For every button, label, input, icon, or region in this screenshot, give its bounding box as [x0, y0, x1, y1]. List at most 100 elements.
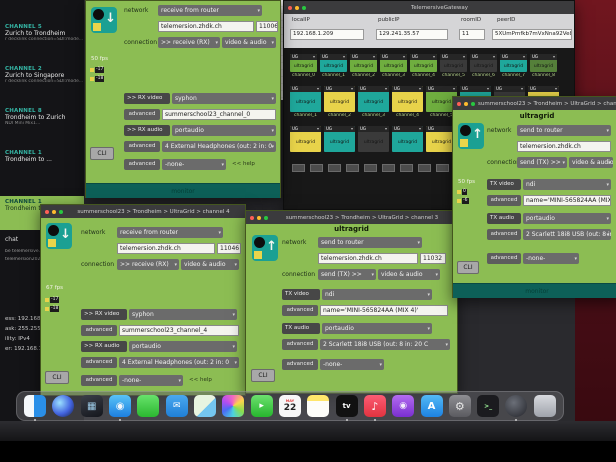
ultragrid-module-tile[interactable]: UGultragrid — [392, 126, 423, 152]
connection-mode-dropdown[interactable]: send (TX) >> — [517, 157, 567, 168]
gateway-channel-module[interactable]: UGultragridchannel_2 — [324, 86, 355, 119]
zoom-button[interactable] — [59, 210, 63, 214]
media-mode-dropdown[interactable]: video & audio — [569, 157, 613, 168]
ultragrid-module-tile[interactable]: UGultragrid — [410, 54, 437, 72]
audio-device-dropdown[interactable]: 2 Scarlett 18i8 USB (out: 8 in: 2 — [523, 229, 611, 240]
extra-option-dropdown[interactable]: -none- — [523, 253, 579, 264]
dock-icon-calendar[interactable]: MAY22 — [279, 395, 301, 417]
gateway-channel-module[interactable]: UGultragridchannel_0 — [290, 54, 317, 79]
advanced-button[interactable]: advanced — [487, 253, 521, 264]
dock-icon-messages[interactable] — [137, 395, 159, 417]
device-name-field[interactable]: name='MINI-565824AA (MIX 1)' — [523, 195, 611, 206]
media-mode-dropdown[interactable]: video & audio — [378, 269, 440, 280]
server-host-field[interactable]: telemersion.zhdk.ch — [117, 243, 215, 254]
ultragrid-module-tile[interactable]: UGultragrid — [320, 54, 347, 72]
advanced-button[interactable]: advanced — [282, 339, 318, 350]
window-titlebar[interactable]: summerschool23 > Trondheim > UltraGrid >… — [246, 211, 457, 224]
ultragrid-module-tile[interactable]: UGultragrid — [290, 126, 321, 152]
ultragrid-module-tile[interactable]: UGultragrid — [350, 54, 377, 72]
ultragrid-module-tile[interactable]: UGultragrid — [290, 86, 321, 112]
dock-icon-photos[interactable] — [222, 395, 244, 417]
ultragrid-module-tile[interactable]: UGultragrid — [358, 86, 389, 112]
advanced-button[interactable]: advanced — [124, 159, 160, 170]
roomid-field[interactable]: 11 — [459, 29, 485, 40]
dock-icon-facetime[interactable] — [251, 395, 273, 417]
minimize-button[interactable] — [52, 210, 56, 214]
advanced-button[interactable]: advanced — [81, 375, 117, 386]
cli-button[interactable]: CLI — [45, 371, 69, 384]
gateway-channel-module[interactable]: UGultragridchannel_2 — [350, 54, 377, 79]
channel-list-item[interactable]: CHANNEL 5Zurich to Trondheimr decklink c… — [5, 24, 83, 42]
dock-icon-terminal[interactable] — [477, 395, 499, 417]
connection-mode-dropdown[interactable]: send (TX) >> — [318, 269, 376, 280]
gateway-channel-module[interactable]: UGultragridchannel_7 — [500, 54, 527, 79]
window-titlebar[interactable]: summerschool23 > Trondheim > UltraGrid >… — [41, 205, 245, 218]
dock-icon-trash[interactable] — [534, 395, 556, 417]
dock-icon-finder[interactable] — [24, 395, 46, 417]
advanced-button[interactable]: advanced — [487, 195, 521, 206]
extra-option-dropdown[interactable]: -none- — [162, 159, 226, 170]
extra-option-dropdown[interactable]: -none- — [320, 359, 384, 370]
port-field[interactable]: 11046 — [217, 243, 241, 254]
server-host-field[interactable]: telemersion.zhdk.ch — [158, 21, 254, 32]
zoom-button[interactable] — [471, 102, 475, 106]
advanced-button[interactable]: advanced — [124, 141, 160, 152]
video-protocol-dropdown[interactable]: ndi — [523, 179, 611, 190]
advanced-button[interactable]: advanced — [282, 305, 318, 316]
advanced-button[interactable]: advanced — [81, 325, 117, 336]
dock-icon-launchpad[interactable] — [81, 395, 103, 417]
video-channel-field[interactable]: summerschool23_channel_0 — [162, 109, 276, 120]
minimize-button[interactable] — [257, 216, 261, 220]
network-mode-dropdown[interactable]: receive from router — [117, 227, 223, 238]
video-protocol-dropdown[interactable]: ndi — [322, 289, 432, 300]
dock-icon-siri[interactable] — [52, 395, 74, 417]
close-button[interactable] — [45, 210, 49, 214]
port-field[interactable]: 11006 — [256, 21, 278, 32]
dock-icon-max[interactable] — [505, 395, 527, 417]
window-titlebar[interactable]: summerschool23 > Trondheim > UltraGrid >… — [453, 97, 616, 110]
dock-icon-settings[interactable] — [449, 395, 471, 417]
window-titlebar[interactable]: TelemersiveGateway — [284, 1, 574, 14]
gateway-channel-module[interactable]: UGultragrid — [290, 126, 321, 159]
gateway-channel-module[interactable]: UGultragridchannel_6 — [470, 54, 497, 79]
close-button[interactable] — [250, 216, 254, 220]
device-name-field[interactable]: name='MINI-565824AA (MIX 4)' — [320, 305, 448, 316]
ultragrid-module-tile[interactable]: UGultragrid — [530, 54, 557, 72]
help-link[interactable]: << help — [189, 377, 212, 383]
gateway-channel-module[interactable]: UGultragridchannel_3 — [358, 86, 389, 119]
zoom-button[interactable] — [302, 6, 306, 10]
minimize-button[interactable] — [295, 6, 299, 10]
gateway-channel-module[interactable]: UGultragrid — [324, 126, 355, 159]
advanced-button[interactable]: advanced — [81, 357, 117, 368]
video-protocol-dropdown[interactable]: syphon — [172, 93, 276, 104]
audio-device-dropdown[interactable]: 2 Scarlett 18i8 USB (out: 8 in: 20 C — [320, 339, 450, 350]
advanced-button[interactable]: advanced — [487, 229, 521, 240]
ultragrid-module-tile[interactable]: UGultragrid — [324, 126, 355, 152]
dock-icon-safari[interactable] — [109, 395, 131, 417]
close-button[interactable] — [457, 102, 461, 106]
gateway-channel-module[interactable]: UGultragridchannel_5 — [440, 54, 467, 79]
publicip-field[interactable]: 129.241.35.57 — [376, 29, 448, 40]
port-field[interactable]: 11032 — [420, 253, 446, 264]
video-channel-field[interactable]: summerschool23_channel_4 — [119, 325, 239, 336]
audio-protocol-dropdown[interactable]: portaudio — [523, 213, 611, 224]
channel-list-item[interactable]: CHANNEL 8Trondheim to ZurichNDI Mini Mix… — [5, 108, 83, 126]
ultragrid-module-tile[interactable]: UGultragrid — [358, 126, 389, 152]
peerid-field[interactable]: 5XUmPmfkb7mVxNna92Ve8 — [492, 29, 572, 40]
audio-device-dropdown[interactable]: 4 External Headphones (out: 2 in: 0 — [162, 141, 276, 152]
ultragrid-module-tile[interactable]: UGultragrid — [392, 86, 423, 112]
cli-button[interactable]: CLI — [457, 261, 479, 274]
connection-mode-dropdown[interactable]: >> receive (RX) — [158, 37, 220, 48]
server-host-field[interactable]: telemersion.zhdk.ch — [318, 253, 418, 264]
audio-device-dropdown[interactable]: 4 External Headphones (out: 2 in: 0 — [119, 357, 239, 368]
ultragrid-module-tile[interactable]: UGultragrid — [470, 54, 497, 72]
gateway-channel-module[interactable]: UGultragridchannel_3 — [380, 54, 407, 79]
dock-icon-tv[interactable] — [336, 395, 358, 417]
help-link[interactable]: << help — [232, 161, 255, 167]
gateway-channel-module[interactable]: UGultragridchannel_4 — [392, 86, 423, 119]
gateway-channel-module[interactable]: UGultragridchannel_4 — [410, 54, 437, 79]
network-mode-dropdown[interactable]: send to router — [517, 125, 611, 136]
cli-button[interactable]: CLI — [90, 147, 114, 160]
dock-icon-podcasts[interactable] — [392, 395, 414, 417]
dock-icon-mail[interactable] — [166, 395, 188, 417]
